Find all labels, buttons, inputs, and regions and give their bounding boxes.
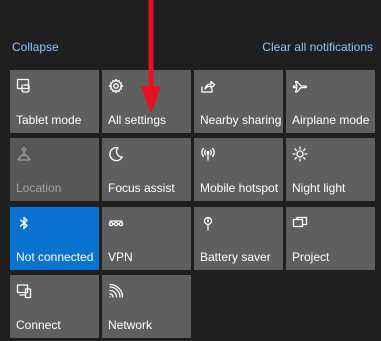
- hotspot-icon: [200, 146, 216, 162]
- vpn-tile[interactable]: VPN: [102, 207, 191, 270]
- battery-saver-icon: [200, 215, 216, 231]
- gear-icon: [108, 78, 124, 94]
- tablet-mode-icon: [16, 78, 32, 94]
- tile-label: VPN: [108, 250, 133, 264]
- mobile-hotspot-tile[interactable]: Mobile hotspot: [194, 138, 283, 201]
- tile-label: Nearby sharing: [200, 113, 282, 127]
- project-icon: [292, 215, 308, 231]
- red-arrow-annotation: [141, 0, 161, 114]
- action-center-header: Collapse Clear all notifications: [0, 0, 381, 70]
- network-tile[interactable]: Network: [102, 275, 191, 338]
- moon-icon: [108, 146, 124, 162]
- location-icon: [16, 146, 32, 162]
- collapse-link[interactable]: Collapse: [12, 40, 59, 54]
- focus-assist-tile[interactable]: Focus assist: [102, 138, 191, 201]
- tile-label: Mobile hotspot: [200, 181, 279, 195]
- tile-label: Project: [292, 250, 330, 264]
- airplane-mode-tile[interactable]: Airplane mode: [286, 70, 375, 133]
- bluetooth-tile[interactable]: Not connected: [10, 207, 99, 270]
- tile-label: Airplane mode: [292, 113, 370, 127]
- tile-label: Not connected: [16, 250, 94, 264]
- brightness-icon: [292, 146, 308, 162]
- location-tile[interactable]: Location: [10, 138, 99, 201]
- clear-all-notifications-link[interactable]: Clear all notifications: [262, 40, 373, 54]
- quick-actions-grid: Tablet mode All settings Nearby sharing …: [10, 70, 381, 341]
- tile-label: Tablet mode: [16, 113, 82, 127]
- airplane-icon: [292, 78, 308, 94]
- nearby-sharing-tile[interactable]: Nearby sharing: [194, 70, 283, 133]
- tablet-mode-tile[interactable]: Tablet mode: [10, 70, 99, 133]
- bluetooth-icon: [16, 215, 32, 231]
- tile-label: Network: [108, 318, 153, 332]
- tile-label: Battery saver: [200, 250, 271, 264]
- night-light-tile[interactable]: Night light: [286, 138, 375, 201]
- battery-saver-tile[interactable]: Battery saver: [194, 207, 283, 270]
- tile-label: Connect: [16, 318, 61, 332]
- project-tile[interactable]: Project: [286, 207, 375, 270]
- network-icon: [108, 283, 124, 299]
- tile-label: Night light: [292, 181, 346, 195]
- tile-label: Focus assist: [108, 181, 175, 195]
- connect-tile[interactable]: Connect: [10, 275, 99, 338]
- vpn-icon: [108, 215, 124, 231]
- nearby-sharing-icon: [200, 78, 216, 94]
- connect-icon: [16, 283, 32, 299]
- tile-label: Location: [16, 181, 62, 195]
